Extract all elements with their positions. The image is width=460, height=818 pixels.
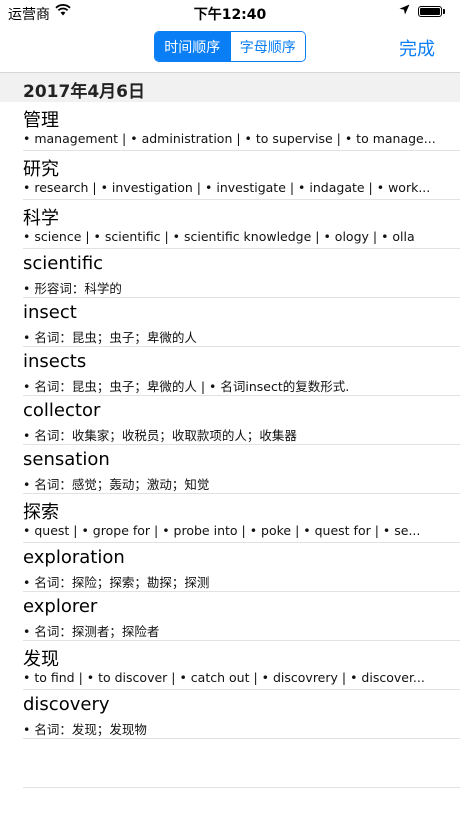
entry-definitions: • 形容词：科学的 bbox=[23, 281, 122, 296]
list-item[interactable]: discovery • 名词：发现；发现物 bbox=[23, 690, 460, 739]
list-item[interactable]: 管理 • management | • administration | • t… bbox=[23, 102, 460, 151]
entry-definitions: • 名词：昆虫；虫子；卑微的人 | • 名词insect的复数形式. bbox=[23, 379, 350, 394]
entry-definitions: • 名词：昆虫；虫子；卑微的人 bbox=[23, 330, 197, 345]
nav-bar: 时间顺序 字母顺序 完成 bbox=[0, 26, 460, 72]
entry-word: 发现 bbox=[23, 649, 59, 670]
section-header: 2017年4月6日 bbox=[0, 72, 460, 102]
battery-icon bbox=[418, 6, 442, 17]
entry-definitions: • 名词：发现；发现物 bbox=[23, 722, 147, 737]
list-item[interactable]: 发现 • to find | • to discover | • catch o… bbox=[23, 641, 460, 690]
list-item[interactable]: scientific • 形容词：科学的 bbox=[23, 249, 460, 298]
status-bar: 运营商 下午12:40 bbox=[0, 0, 460, 26]
entry-word: explorer bbox=[23, 596, 98, 617]
list-item[interactable]: collector • 名词：收集家；收税员；收取款项的人；收集器 bbox=[23, 396, 460, 445]
section-date-title: 2017年4月6日 bbox=[23, 82, 145, 102]
entry-word: insects bbox=[23, 351, 87, 372]
entry-definitions: • 名词：感觉；轰动；激动；知觉 bbox=[23, 477, 210, 492]
entry-definitions: • 名词：探测者；探险者 bbox=[23, 624, 160, 639]
entry-word: scientific bbox=[23, 253, 104, 274]
entry-definitions: • to find | • to discover | • catch out … bbox=[23, 670, 425, 685]
list-item[interactable]: sensation • 名词：感觉；轰动；激动；知觉 bbox=[23, 445, 460, 494]
entry-definitions: • 名词：收集家；收税员；收取款项的人；收集器 bbox=[23, 428, 297, 443]
entry-word: sensation bbox=[23, 449, 110, 470]
done-button[interactable]: 完成 bbox=[399, 35, 435, 61]
entry-word: 研究 bbox=[23, 159, 59, 180]
entry-definitions: • quest | • grope for | • probe into | •… bbox=[23, 523, 421, 538]
entry-word: collector bbox=[23, 400, 101, 421]
list-item[interactable]: insect • 名词：昆虫；虫子；卑微的人 bbox=[23, 298, 460, 347]
list-item[interactable]: exploration • 名词：探险；探索；勘探；探测 bbox=[23, 543, 460, 592]
entry-word: 科学 bbox=[23, 208, 59, 229]
entry-word: 探索 bbox=[23, 502, 59, 523]
sort-order-segmented-control[interactable]: 时间顺序 字母顺序 bbox=[154, 31, 306, 62]
entry-word: exploration bbox=[23, 547, 125, 568]
entry-word: discovery bbox=[23, 694, 110, 715]
list-item[interactable]: insects • 名词：昆虫；虫子；卑微的人 | • 名词insect的复数形… bbox=[23, 347, 460, 396]
status-time: 下午12:40 bbox=[193, 7, 267, 23]
segment-time-order[interactable]: 时间顺序 bbox=[155, 32, 230, 61]
list-item[interactable]: 科学 • science | • scientific | • scientif… bbox=[23, 200, 460, 249]
entry-definitions: • management | • administration | • to s… bbox=[23, 131, 436, 146]
entry-word: insect bbox=[23, 302, 77, 323]
entry-definitions: • science | • scientific | • scientific … bbox=[23, 229, 415, 244]
list-item[interactable]: 研究 • research | • investigation | • inve… bbox=[23, 151, 460, 200]
entry-definitions: • research | • investigation | • investi… bbox=[23, 180, 431, 195]
word-list: 管理 • management | • administration | • t… bbox=[0, 102, 460, 788]
empty-list-row bbox=[23, 739, 460, 788]
entry-word: 管理 bbox=[23, 110, 59, 131]
battery-tip bbox=[443, 9, 445, 14]
list-item[interactable]: 探索 • quest | • grope for | • probe into … bbox=[23, 494, 460, 543]
list-item[interactable]: explorer • 名词：探测者；探险者 bbox=[23, 592, 460, 641]
segment-alphabetical-order[interactable]: 字母顺序 bbox=[229, 32, 305, 61]
entry-definitions: • 名词：探险；探索；勘探；探测 bbox=[23, 575, 210, 590]
location-arrow-icon bbox=[399, 4, 410, 18]
